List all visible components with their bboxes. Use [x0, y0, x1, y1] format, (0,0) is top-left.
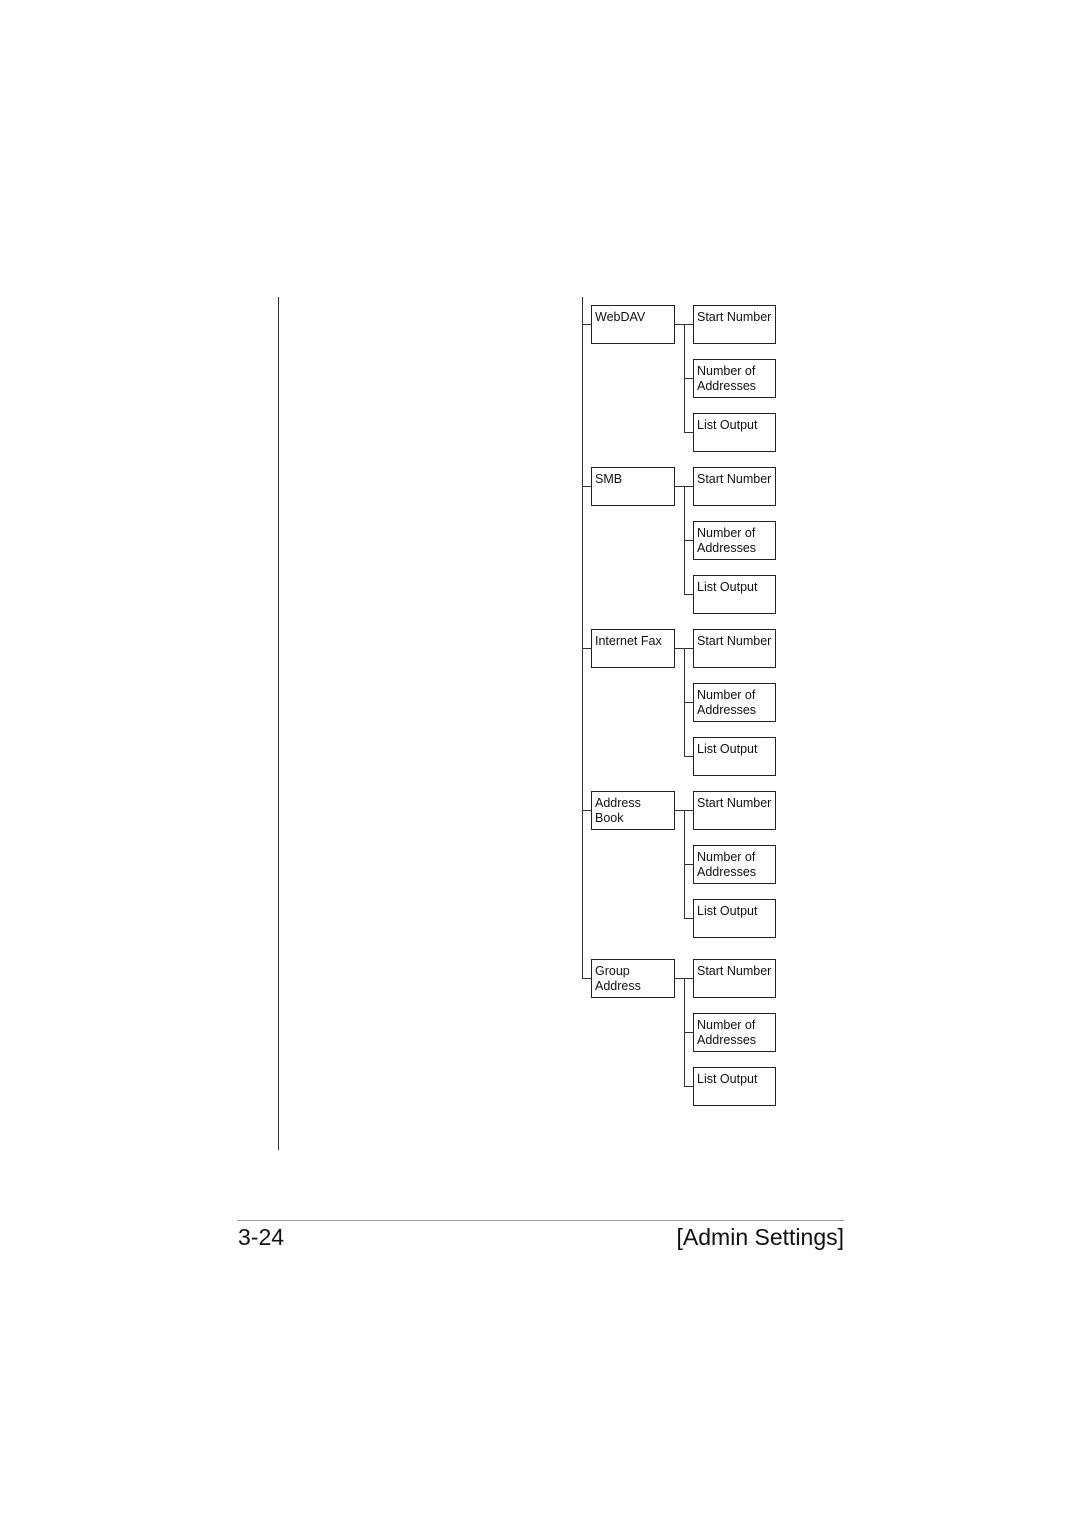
page-number: 3-24 [238, 1224, 285, 1250]
child-connector [684, 594, 693, 595]
child-node: List Output [693, 737, 776, 776]
trunk-connector [582, 978, 591, 979]
child-connector [684, 1086, 693, 1087]
child-node: List Output [693, 575, 776, 614]
child-connector [684, 324, 693, 325]
child-node: Start Number [693, 791, 776, 830]
parent-node: Group Address [591, 959, 675, 998]
trunk-connector [582, 648, 591, 649]
child-connector [684, 486, 693, 487]
child-connector [684, 864, 693, 865]
left-margin-rule [278, 297, 279, 1150]
child-node: Number of Addresses [693, 683, 776, 722]
child-connector [684, 378, 693, 379]
child-node: Start Number [693, 467, 776, 506]
trunk-connector [582, 486, 591, 487]
child-connector [684, 1032, 693, 1033]
child-node: List Output [693, 899, 776, 938]
child-connector [684, 702, 693, 703]
child-node: Number of Addresses [693, 1013, 776, 1052]
child-node: Number of Addresses [693, 521, 776, 560]
child-node: List Output [693, 413, 776, 452]
parent-node: Address Book [591, 791, 675, 830]
trunk-connector [582, 810, 591, 811]
child-connector [684, 810, 693, 811]
section-title: [Admin Settings] [676, 1224, 844, 1250]
child-node: Start Number [693, 959, 776, 998]
trunk-connector [582, 324, 591, 325]
child-connector [684, 432, 693, 433]
tree-trunk-line [582, 297, 583, 979]
child-node: Start Number [693, 629, 776, 668]
parent-node: SMB [591, 467, 675, 506]
child-connector [684, 918, 693, 919]
parent-node: Internet Fax [591, 629, 675, 668]
parent-node: WebDAV [591, 305, 675, 344]
child-connector [684, 756, 693, 757]
child-connector [684, 540, 693, 541]
child-node: Number of Addresses [693, 845, 776, 884]
child-node: List Output [693, 1067, 776, 1106]
child-node: Start Number [693, 305, 776, 344]
child-connector [684, 978, 693, 979]
footer-rule [237, 1220, 844, 1221]
child-node: Number of Addresses [693, 359, 776, 398]
child-connector [684, 648, 693, 649]
